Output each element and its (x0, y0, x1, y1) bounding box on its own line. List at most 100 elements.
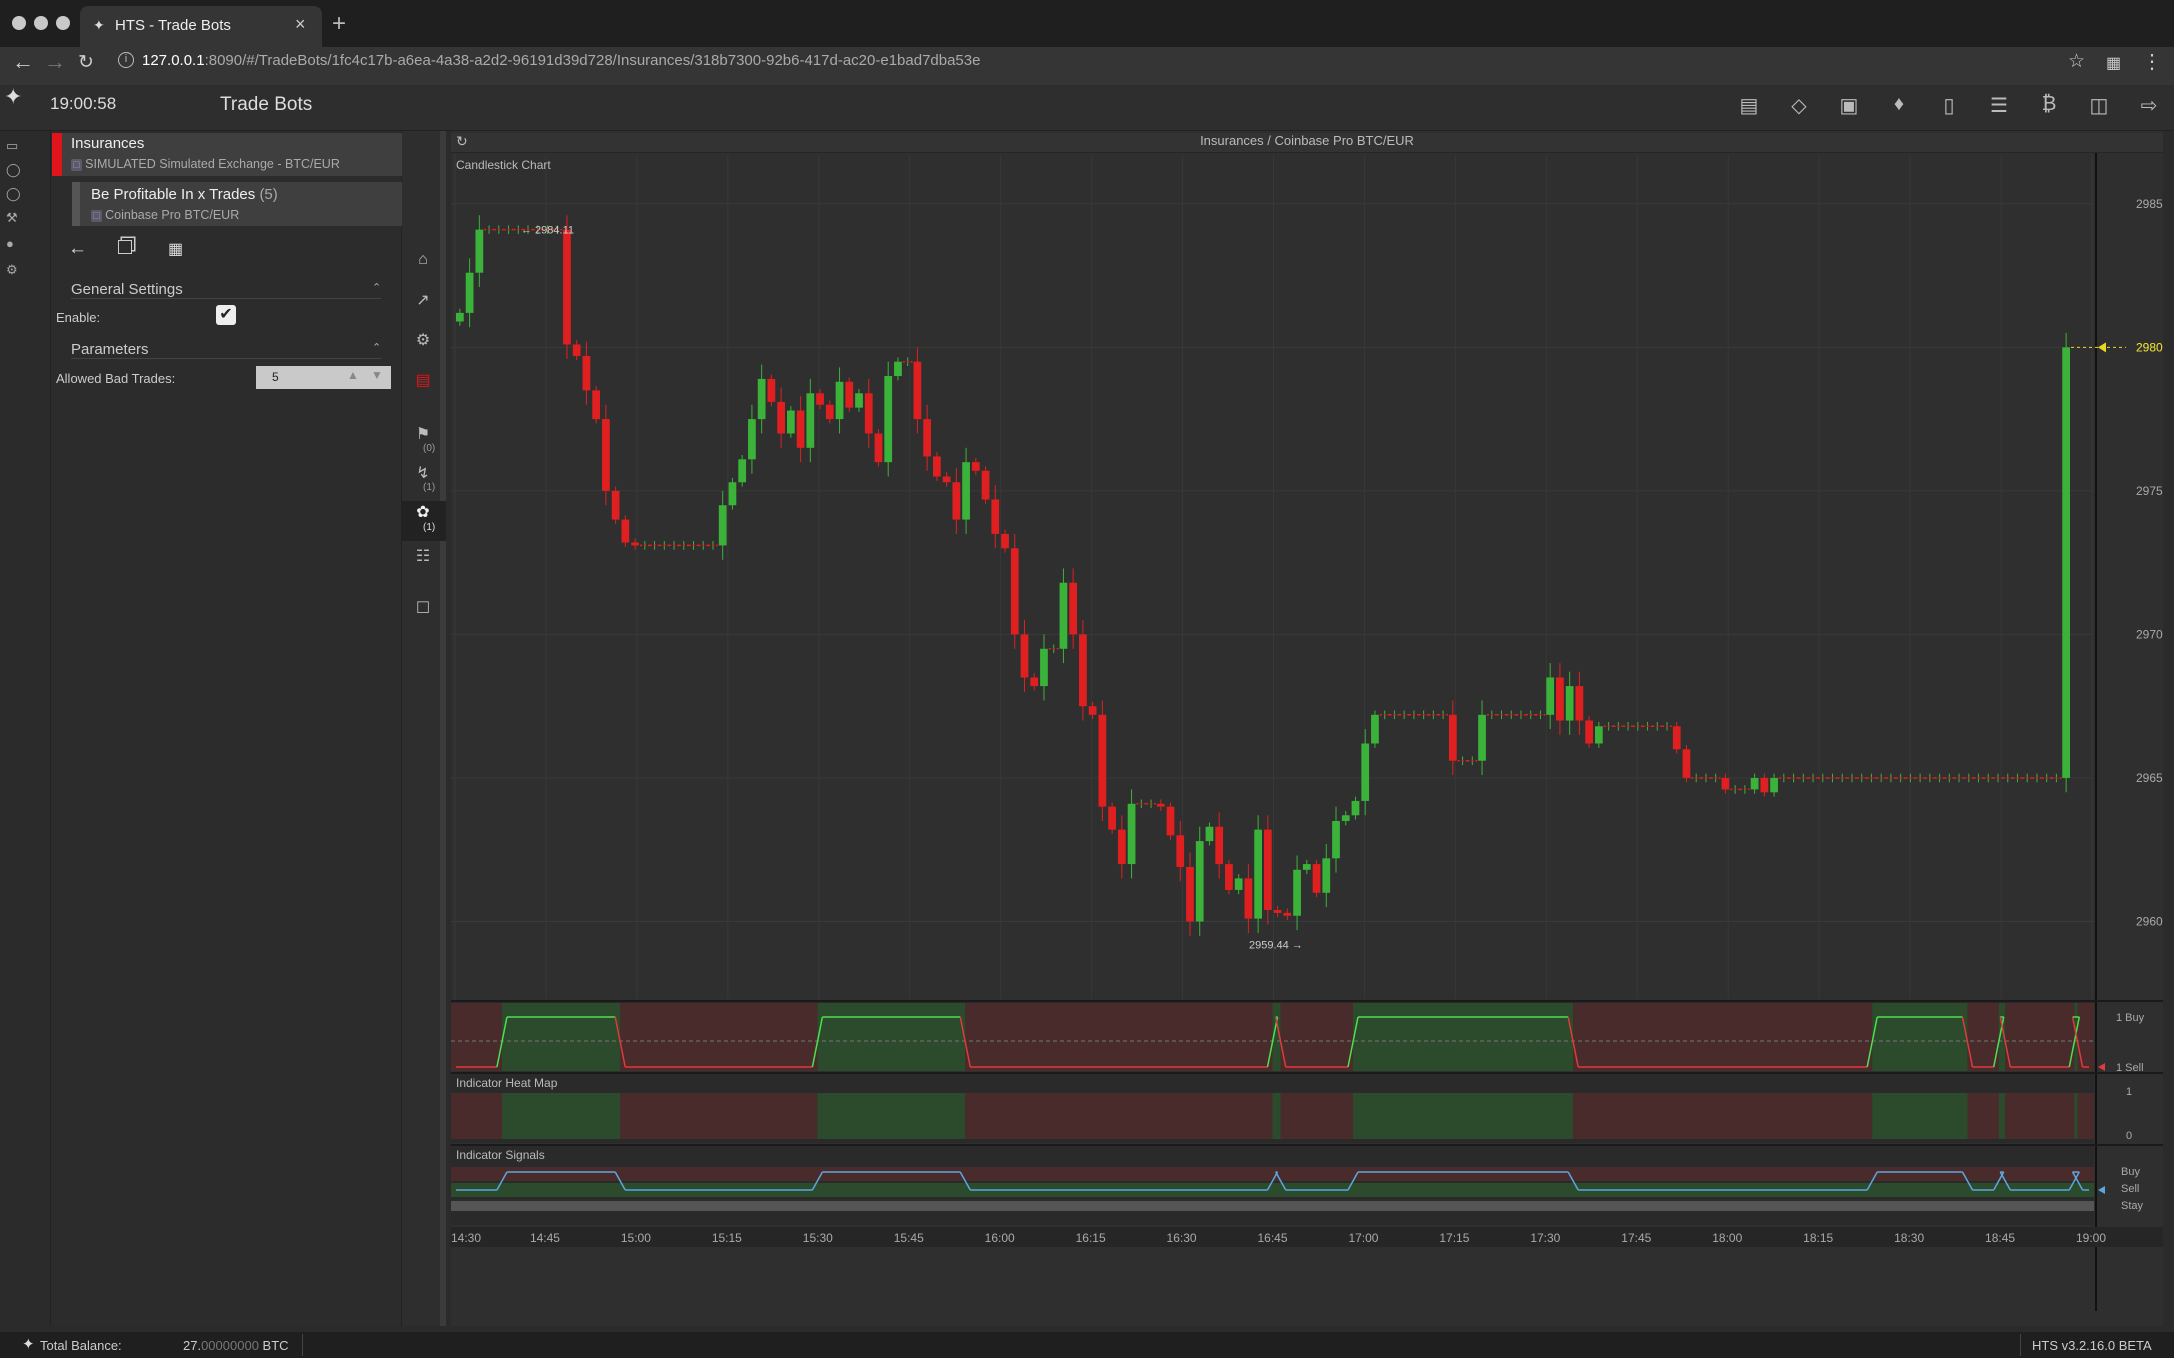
map-icon[interactable]: ▤ (1736, 93, 1762, 119)
candle-body (2062, 347, 2070, 778)
browser-menu-icon[interactable]: ⋮ (2142, 49, 2162, 74)
bulb-alt-icon[interactable]: ◯ (6, 186, 24, 204)
bitcoin-icon[interactable]: ₿ (2036, 93, 2062, 119)
candle-body (1225, 864, 1233, 890)
tab-close-icon[interactable]: × (295, 14, 306, 35)
candle-body (971, 462, 980, 471)
low-price-label: 2959.44 → (1249, 939, 1303, 951)
back-arrow-icon[interactable]: ← (68, 238, 87, 260)
candle-body (1117, 829, 1126, 865)
forward-icon[interactable]: → (44, 49, 66, 75)
sitemap-icon[interactable]: ☷ (410, 546, 436, 572)
candle-body (1478, 714, 1486, 761)
candle-body (592, 390, 601, 420)
user-icon[interactable]: ● (6, 236, 24, 254)
copy-icon[interactable] (118, 240, 132, 254)
bot-name: Insurances (71, 135, 145, 152)
new-tab-icon[interactable]: + (332, 10, 346, 38)
time-tick-label: 16:30 (1167, 1231, 1197, 1245)
agreement-segment (1280, 1003, 1354, 1071)
collapse-icon[interactable]: ⌃ (372, 281, 381, 294)
bell-icon[interactable]: ♦ (1886, 93, 1912, 119)
candle-body (1108, 806, 1116, 830)
candle-body (1020, 634, 1029, 678)
candle-body (1176, 835, 1185, 867)
time-tick-label: 16:15 (1076, 1231, 1106, 1245)
candle-body (845, 381, 854, 408)
candle-body (816, 393, 824, 405)
ticket-icon[interactable]: ▯ (1936, 93, 1962, 119)
back-icon[interactable]: ← (12, 49, 34, 75)
home-icon[interactable]: ⌂ (410, 251, 436, 277)
info-icon[interactable]: i (118, 52, 134, 68)
frame-icon[interactable]: ▣ (1836, 93, 1862, 119)
bookmark-star-icon[interactable]: ☆ (2068, 50, 2085, 73)
heatmap-segment (817, 1093, 966, 1139)
enable-checkbox[interactable]: ✔ (216, 305, 236, 325)
collapse-icon[interactable]: ⌃ (372, 341, 381, 354)
time-tick-label: 18:30 (1894, 1231, 1924, 1245)
money-icon[interactable]: ▤ (410, 370, 436, 396)
time-tick-label: 16:45 (1258, 1231, 1288, 1245)
window-zoom-dot[interactable] (56, 16, 70, 30)
settings-icon[interactable]: ⚙ (6, 262, 24, 280)
decrement-icon[interactable]: ▼ (371, 368, 383, 382)
allowed-bad-trades-value[interactable]: 5 (272, 370, 279, 384)
trading-chart[interactable]: 2985 2980 2975 2970 2965 2960 Candlestick Char… (451, 153, 2163, 1326)
window-minimize-dot[interactable] (34, 16, 48, 30)
candle-body (1088, 706, 1097, 715)
candle-body (894, 361, 902, 377)
candle-body (884, 376, 893, 463)
increment-icon[interactable]: ▲ (347, 368, 359, 382)
monitor-icon[interactable]: ▭ (6, 138, 24, 156)
total-balance-label: Total Balance: (40, 1338, 122, 1353)
candle-body (1361, 743, 1370, 801)
status-divider (302, 1334, 303, 1356)
candle-body (1166, 806, 1175, 836)
candle-body (728, 482, 737, 506)
coins-icon[interactable]: ☰ (1986, 93, 2012, 119)
chart-line-icon[interactable]: ↗ (410, 290, 436, 316)
reload-icon[interactable]: ↻ (78, 51, 94, 74)
extension-icon[interactable]: ▦ (2106, 53, 2121, 73)
heatmap-segment (1272, 1093, 1281, 1139)
candle-body (611, 490, 620, 520)
trash-icon[interactable]: ▦ (168, 239, 183, 259)
logout-icon[interactable]: ⇨ (2136, 93, 2162, 119)
candle-body (806, 393, 815, 448)
candle-body (1585, 720, 1593, 744)
candle-body (825, 404, 834, 420)
time-tick-label: 15:45 (894, 1231, 924, 1245)
candle-body (1448, 714, 1457, 761)
window-close-dot[interactable] (12, 16, 26, 30)
app-logo-icon[interactable]: ✦ (4, 84, 22, 110)
candle-body (738, 459, 747, 483)
status-bar (0, 1332, 2174, 1358)
cogs-icon[interactable]: ⚙ (410, 330, 436, 356)
candle-body (1069, 582, 1078, 635)
insurance-name: Be Profitable In x Trades (5) (91, 186, 278, 203)
agreement-segment (817, 1003, 966, 1071)
time-tick-label: 17:45 (1621, 1231, 1651, 1245)
general-settings-header[interactable]: General Settings (71, 281, 381, 299)
bot-exchange: □ SIMULATED Simulated Exchange - BTC/EUR (71, 157, 340, 171)
parameters-header[interactable]: Parameters (71, 341, 381, 359)
candle-body (602, 419, 610, 491)
candle-body (1546, 677, 1555, 715)
url-field[interactable]: 127.0.0.1:8090/#/TradeBots/1fc4c17b-a6ea… (142, 52, 980, 69)
bulb-icon[interactable]: ◯ (6, 162, 24, 180)
inbox-icon[interactable]: ◫ (2086, 93, 2112, 119)
price-tick-label: 2960 (2136, 914, 2163, 928)
price-tick-label: 2965 (2136, 771, 2163, 785)
candle-body (1273, 910, 1282, 913)
agreement-segment (1573, 1003, 1873, 1071)
refresh-icon[interactable]: ↻ (456, 133, 468, 150)
insurance-exchange: □ Coinbase Pro BTC/EUR (91, 208, 240, 222)
tag-icon[interactable]: ◇ (1786, 93, 1812, 119)
unlock-icon[interactable]: ☐ (410, 598, 436, 624)
heatmap-segment (1573, 1093, 1873, 1139)
time-tick-label: 14:30 (451, 1231, 481, 1245)
tools-icon[interactable]: ⚒ (6, 210, 24, 228)
candle-body (1030, 677, 1039, 687)
price-tick-label: 2970 (2136, 627, 2163, 641)
